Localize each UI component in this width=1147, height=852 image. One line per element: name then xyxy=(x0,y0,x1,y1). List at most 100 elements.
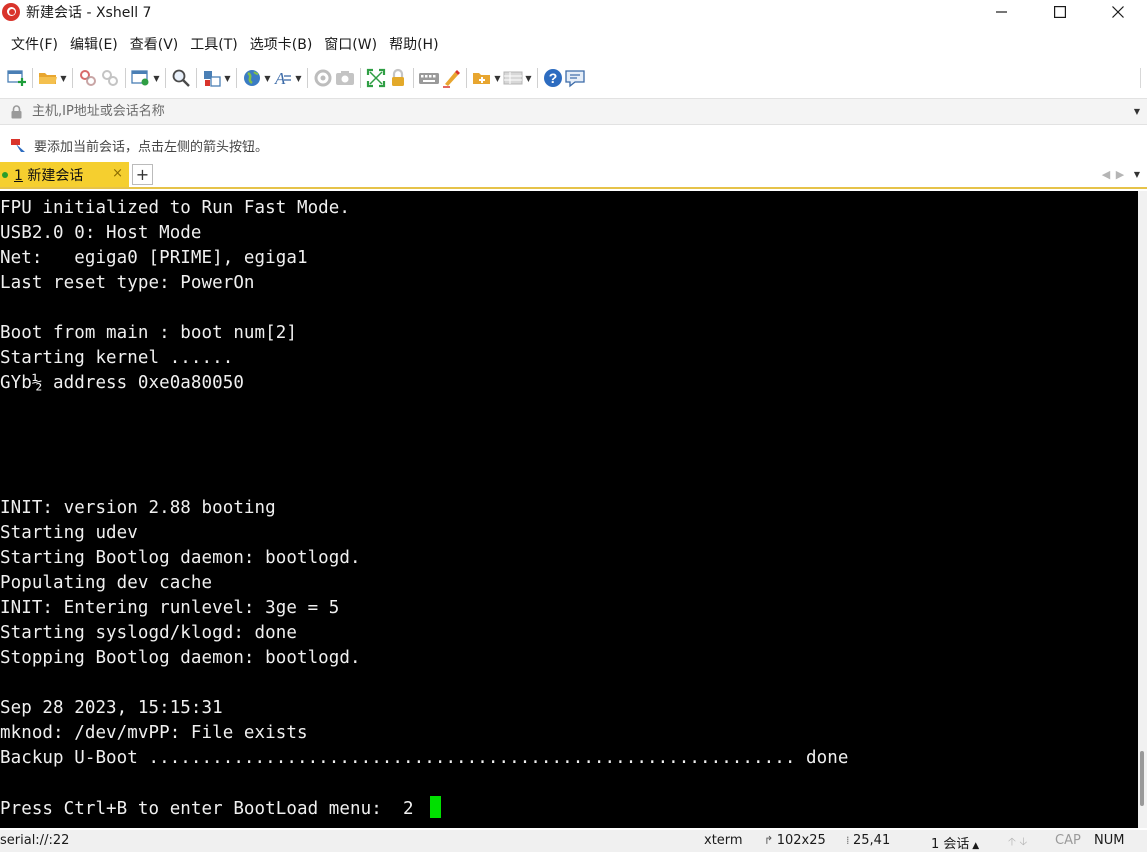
fullscreen-button[interactable] xyxy=(365,66,387,90)
status-sessions-value: 1 会话 xyxy=(931,837,970,852)
new-session-icon xyxy=(6,67,28,89)
chevron-down-icon[interactable]: ▼ xyxy=(294,66,303,90)
font-icon: A xyxy=(272,67,294,89)
arrow-up-icon[interactable]: 🡡 xyxy=(1008,835,1016,848)
screenshot-button[interactable] xyxy=(334,66,356,90)
toolbar-separator xyxy=(196,68,197,88)
chat-button[interactable] xyxy=(564,66,586,90)
arrow-down-icon[interactable]: 🡣 xyxy=(1019,835,1027,848)
toolbar-separator xyxy=(236,68,237,88)
keyboard-icon xyxy=(418,67,440,89)
highlight-button[interactable] xyxy=(440,66,462,90)
terminal-cursor xyxy=(430,796,442,818)
status-bar: serial://:22 xterm ↱ 102x25 ⁞ 25,41 1 会话… xyxy=(0,830,1147,852)
menu-file[interactable]: 文件(F) xyxy=(5,33,64,57)
toolbar-separator xyxy=(72,68,73,88)
status-position-value: 25,41 xyxy=(853,833,891,848)
open-session-button[interactable]: ▼ xyxy=(37,66,68,90)
tab-number: 1 xyxy=(14,167,23,184)
menu-tabs[interactable]: 选项卡(B) xyxy=(244,33,319,57)
address-bar: ▼ xyxy=(0,98,1147,125)
menu-view[interactable]: 查看(V) xyxy=(124,33,185,57)
status-num-lock: NUM xyxy=(1094,833,1125,848)
transfer-button[interactable]: ▼ xyxy=(201,66,232,90)
chevron-down-icon[interactable]: ▼ xyxy=(1127,170,1147,179)
font-button[interactable]: A ▼ xyxy=(272,66,303,90)
menu-help[interactable]: 帮助(H) xyxy=(383,33,444,57)
host-address-input[interactable] xyxy=(32,100,1127,123)
globe-icon xyxy=(241,67,263,89)
status-size-value: 102x25 xyxy=(776,833,826,848)
status-position: ⁞ 25,41 xyxy=(846,833,890,848)
maximize-button[interactable] xyxy=(1031,0,1089,24)
window-title: 新建会话 - Xshell 7 xyxy=(26,5,152,21)
globe-button[interactable]: ▼ xyxy=(241,66,272,90)
status-size: ↱ 102x25 xyxy=(764,833,826,848)
minimize-button[interactable] xyxy=(973,0,1031,24)
transfer-icon xyxy=(201,67,223,89)
chevron-down-icon[interactable]: ▼ xyxy=(524,66,533,90)
menu-tools[interactable]: 工具(T) xyxy=(184,33,243,57)
menu-bar: 文件(F) 编辑(E) 查看(V) 工具(T) 选项卡(B) 窗口(W) 帮助(… xyxy=(0,33,445,57)
status-sessions[interactable]: 1 会话 ▲ xyxy=(931,833,979,852)
chevron-down-icon[interactable]: ▼ xyxy=(263,66,272,90)
toolbar-separator xyxy=(466,68,467,88)
close-icon xyxy=(1112,6,1124,18)
compose-button[interactable]: ▼ xyxy=(471,66,502,90)
scrollbar-thumb[interactable] xyxy=(1140,751,1144,806)
chevron-down-icon[interactable]: ▼ xyxy=(1127,107,1147,116)
close-button[interactable] xyxy=(1089,0,1147,24)
layout-button[interactable]: ▼ xyxy=(502,66,533,90)
tab-new-session[interactable]: 1 新建会话 × xyxy=(0,162,129,187)
new-session-button[interactable] xyxy=(6,66,28,90)
tab-bar: 1 新建会话 × + ◀ ▶ ▼ xyxy=(0,162,1147,189)
toolbar-separator xyxy=(125,68,126,88)
chevron-down-icon[interactable]: ▼ xyxy=(152,66,161,90)
lock-icon xyxy=(387,67,409,89)
xftp-button[interactable] xyxy=(312,66,334,90)
toolbar-end-separator xyxy=(1140,68,1141,88)
terminal-scrollbar[interactable] xyxy=(1138,191,1147,828)
svg-text:A: A xyxy=(274,69,286,88)
help-button[interactable]: ? xyxy=(542,66,564,90)
status-nav-arrows: 🡡 🡣 xyxy=(1008,833,1027,852)
maximize-icon xyxy=(1054,6,1066,18)
chevron-down-icon[interactable]: ▼ xyxy=(59,66,68,90)
find-button[interactable] xyxy=(170,66,192,90)
toolbar-separator xyxy=(307,68,308,88)
reconnect-button[interactable] xyxy=(77,66,99,90)
screenshot-icon xyxy=(334,67,356,89)
layout-icon xyxy=(502,67,524,89)
disconnect-button[interactable] xyxy=(99,66,121,90)
find-icon xyxy=(170,67,192,89)
session-properties-button[interactable]: ▼ xyxy=(130,66,161,90)
cursor-position-icon: ⁞ xyxy=(846,834,853,847)
hint-bar: 要添加当前会话，点击左侧的箭头按钮。 xyxy=(0,132,1147,158)
chat-icon xyxy=(564,67,586,89)
open-folder-icon xyxy=(37,67,59,89)
menu-edit[interactable]: 编辑(E) xyxy=(64,33,124,57)
help-icon: ? xyxy=(542,67,564,89)
chevron-left-icon[interactable]: ◀ xyxy=(1099,168,1113,181)
window-controls xyxy=(973,0,1147,24)
terminal-lines: FPU initialized to Run Fast Mode. USB2.0… xyxy=(0,198,849,819)
chevron-down-icon[interactable]: ▼ xyxy=(493,66,502,90)
tab-label: 1 新建会话 xyxy=(14,165,83,185)
toolbar-separator xyxy=(165,68,166,88)
tab-close-icon[interactable]: × xyxy=(112,166,123,181)
disconnect-icon xyxy=(99,67,121,89)
add-session-arrow-icon[interactable] xyxy=(10,137,26,153)
toolbar-separator xyxy=(32,68,33,88)
keyboard-button[interactable] xyxy=(418,66,440,90)
menu-window[interactable]: 窗口(W) xyxy=(318,33,383,57)
resize-icon: ↱ xyxy=(764,834,777,847)
svg-text:?: ? xyxy=(549,70,558,86)
terminal-screen[interactable]: FPU initialized to Run Fast Mode. USB2.0… xyxy=(0,191,1138,828)
chevron-down-icon[interactable]: ▼ xyxy=(223,66,232,90)
hint-text: 要添加当前会话，点击左侧的箭头按钮。 xyxy=(34,139,269,155)
lock-button[interactable] xyxy=(387,66,409,90)
session-properties-icon xyxy=(130,67,152,89)
chevron-right-icon[interactable]: ▶ xyxy=(1113,168,1127,181)
new-tab-button[interactable]: + xyxy=(132,164,153,185)
toolbar: ▼ ▼ ▼ ▼ A ▼ ▼ ▼ ? xyxy=(0,64,1147,92)
